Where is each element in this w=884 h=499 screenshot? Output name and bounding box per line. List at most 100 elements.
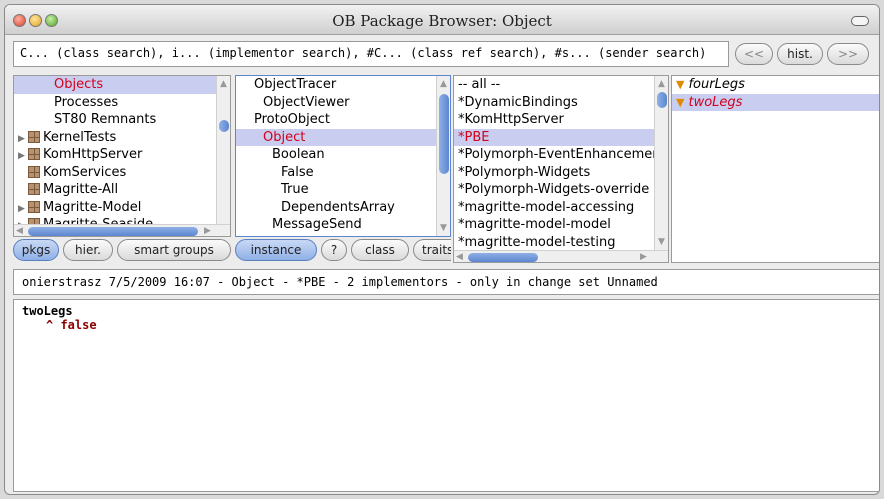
class-item[interactable]: ObjectViewer (236, 94, 450, 112)
protocol-label: *Polymorph-EventEnhancements (458, 147, 668, 162)
class-label: MessageSend (272, 217, 362, 232)
window-title: OB Package Browser: Object (332, 12, 552, 30)
method-body: ^ false (46, 318, 97, 332)
instance-button[interactable]: instance (235, 239, 317, 261)
scroll-left-icon[interactable]: ◀ (16, 225, 23, 236)
traits-button[interactable]: traits (413, 239, 451, 261)
scroll-up-icon[interactable]: ▲ (658, 78, 665, 90)
packages-vscrollbar[interactable]: ▲ (216, 76, 230, 224)
protocol-item[interactable]: *magritte-model-testing (454, 234, 668, 252)
packages-hscrollbar[interactable]: ◀ ▶ (14, 224, 230, 236)
package-item[interactable]: ▶ Magritte-Model (14, 199, 230, 217)
code-editor[interactable]: twoLegs ^ false (13, 299, 879, 492)
protocol-label: *DynamicBindings (458, 94, 578, 110)
method-label: twoLegs (688, 94, 743, 110)
history-forward-button[interactable]: >> (827, 43, 869, 65)
protocol-label: *Polymorph-Widgets-override (458, 182, 650, 197)
package-icon (28, 148, 40, 160)
packages-hscroll-thumb[interactable] (28, 227, 198, 236)
class-label: True (281, 182, 309, 197)
package-icon (28, 183, 40, 195)
expand-triangle-icon[interactable]: ▶ (18, 131, 28, 147)
package-item[interactable]: ▶ KernelTests (14, 129, 230, 147)
classes-pane[interactable]: ObjectTracer ObjectViewer ProtoObject Objec… (235, 75, 451, 237)
class-item[interactable]: Boolean (236, 146, 450, 164)
scroll-up-icon[interactable]: ▲ (440, 78, 447, 90)
class-item[interactable]: ObjectTracer (236, 76, 450, 94)
class-button[interactable]: class (351, 239, 409, 261)
package-item[interactable]: Processes (14, 94, 230, 112)
protocol-item[interactable]: *KomHttpServer (454, 111, 668, 129)
package-label: KomServices (43, 164, 127, 180)
class-label: Boolean (272, 147, 325, 162)
class-item[interactable]: Object (236, 128, 450, 146)
protocols-list: -- all -- *DynamicBindings *KomHttpServer *… (454, 76, 668, 251)
method-item[interactable]: ▼ twoLegs (672, 93, 879, 111)
packages-vscroll-thumb[interactable] (219, 120, 229, 132)
classes-vscroll-thumb[interactable] (439, 94, 449, 174)
protocol-item[interactable]: -- all -- (454, 76, 668, 94)
package-icon (28, 165, 40, 178)
hierarchy-button[interactable]: hier. (63, 239, 113, 261)
history-button[interactable]: hist. (777, 43, 823, 65)
scroll-down-icon[interactable]: ▼ (658, 236, 665, 248)
expand-triangle-icon[interactable]: ▶ (18, 148, 28, 164)
protocol-item[interactable]: *magritte-model-accessing (454, 199, 668, 217)
package-item[interactable]: ST80 Remnants (14, 111, 230, 129)
class-label: ProtoObject (254, 112, 331, 127)
expand-triangle-icon[interactable]: ▶ (18, 201, 28, 217)
protocols-pane[interactable]: -- all -- *DynamicBindings *KomHttpServer *… (453, 75, 669, 263)
classes-vscrollbar[interactable]: ▲ ▼ (436, 76, 450, 236)
packages-pane[interactable]: Objects Processes ST80 Remnants ▶ KernelTest… (13, 75, 231, 237)
package-item[interactable]: Objects (14, 76, 230, 94)
package-item[interactable]: ▶ KomHttpServer (14, 146, 230, 164)
method-selector: twoLegs (22, 304, 73, 318)
method-item[interactable]: ▼ fourLegs (672, 76, 879, 94)
package-label: Magritte-All (43, 182, 119, 197)
methods-pane[interactable]: ▼ fourLegs ▼ twoLegs (671, 75, 879, 263)
protocol-item[interactable]: *PBE (454, 128, 668, 146)
pkgs-button[interactable]: pkgs (13, 239, 59, 261)
search-input[interactable]: C... (class search), i... (implementor s… (13, 41, 729, 67)
package-item[interactable]: Magritte-All (14, 181, 230, 199)
class-label: DependentsArray (281, 199, 395, 215)
status-bar: onierstrasz 7/5/2009 16:07 - Object - *P… (13, 269, 879, 295)
class-item[interactable]: ProtoObject (236, 111, 450, 129)
scroll-down-icon[interactable]: ▼ (440, 222, 447, 234)
override-arrow-icon: ▼ (676, 78, 685, 91)
protocol-item[interactable]: *Polymorph-EventEnhancements (454, 146, 668, 164)
browser-window: OB Package Browser: Object C... (class s… (4, 4, 880, 495)
class-label: ObjectViewer (263, 94, 350, 110)
protocol-item[interactable]: *DynamicBindings (454, 94, 668, 112)
methods-list: ▼ fourLegs ▼ twoLegs (672, 76, 879, 111)
history-back-button[interactable]: << (735, 43, 773, 65)
package-label: Magritte-Model (43, 199, 142, 215)
class-item[interactable]: DependentsArray (236, 199, 450, 217)
override-arrow-icon: ▼ (676, 95, 685, 109)
package-item[interactable]: KomServices (14, 164, 230, 182)
protocol-label: *Polymorph-Widgets (458, 164, 591, 180)
protocol-label: *magritte-model-testing (458, 234, 616, 250)
class-item[interactable]: True (236, 181, 450, 199)
package-label: ST80 Remnants (54, 112, 157, 127)
smart-groups-button[interactable]: smart groups (117, 239, 231, 261)
protocol-item[interactable]: *Polymorph-Widgets-override (454, 181, 668, 199)
package-label: Processes (54, 94, 119, 110)
scroll-up-icon[interactable]: ▲ (220, 78, 227, 90)
help-button[interactable]: ? (321, 239, 347, 261)
protocols-vscrollbar[interactable]: ▲ ▼ (654, 76, 668, 250)
scroll-right-icon[interactable]: ▶ (204, 225, 211, 236)
search-row: C... (class search), i... (implementor s… (5, 39, 879, 71)
classes-list: ObjectTracer ObjectViewer ProtoObject Objec… (236, 76, 450, 234)
class-item[interactable]: False (236, 164, 450, 182)
protocols-vscroll-thumb[interactable] (657, 92, 667, 108)
protocol-item[interactable]: *magritte-model-model (454, 216, 668, 234)
protocol-item[interactable]: *Polymorph-Widgets (454, 164, 668, 182)
scroll-left-icon[interactable]: ◀ (456, 251, 463, 262)
protocols-hscroll-thumb[interactable] (468, 253, 538, 262)
class-item[interactable]: MessageSend (236, 216, 450, 234)
scroll-right-icon[interactable]: ▶ (640, 251, 647, 262)
protocols-hscrollbar[interactable]: ◀ ▶ (454, 250, 668, 262)
package-label: KomHttpServer (43, 147, 143, 162)
toolbar-toggle-button[interactable] (851, 16, 869, 26)
